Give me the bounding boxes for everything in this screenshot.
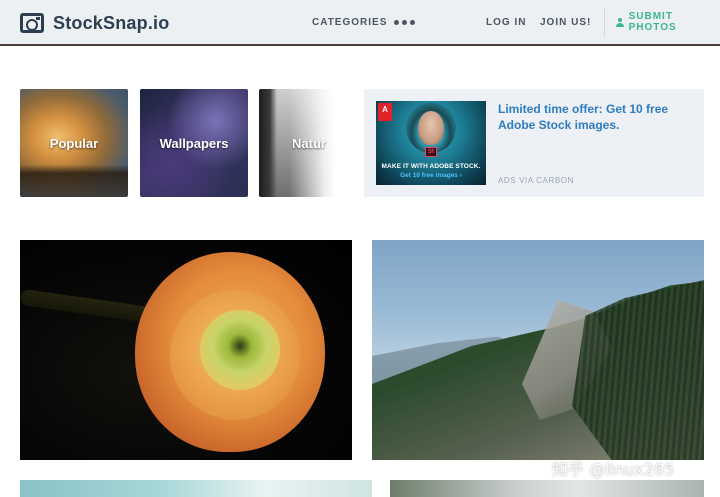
adobe-stock-icon: St — [425, 147, 437, 157]
category-label: Popular — [49, 136, 99, 151]
nav-submit-label: SUBMIT PHOTOS — [628, 11, 677, 33]
nav-join-label: JOIN US! — [540, 16, 592, 28]
nav-join[interactable]: JOIN US! — [540, 0, 591, 44]
user-icon — [616, 17, 624, 27]
nav-login-label: LOG IN — [486, 16, 527, 28]
tree-trunk-image — [259, 89, 277, 197]
photo-card-flower[interactable] — [20, 240, 352, 460]
adobe-logo-mark: A — [382, 105, 388, 114]
nav-submit-photos[interactable]: SUBMIT PHOTOS — [616, 0, 720, 44]
ad-image-headline: MAKE IT WITH ADOBE STOCK. — [381, 163, 481, 170]
category-tile-nature[interactable]: Natur — [259, 89, 335, 197]
ads-via-carbon-link[interactable]: ADS VIA CARBON — [498, 176, 574, 185]
ad-portrait-face — [418, 111, 444, 145]
photo-card-sky[interactable] — [20, 480, 372, 497]
zhihu-watermark: 知乎 @linux265 — [552, 460, 675, 479]
adobe-logo-icon: A — [378, 103, 392, 121]
ad-image[interactable]: A St MAKE IT WITH ADOBE STOCK. Get 10 fr… — [376, 101, 486, 185]
category-tile-popular[interactable]: Popular — [20, 89, 128, 197]
category-label: Wallpapers — [159, 136, 229, 151]
nav-more-button[interactable] — [394, 0, 415, 44]
carbon-ad: A St MAKE IT WITH ADOBE STOCK. Get 10 fr… — [364, 89, 704, 197]
ellipsis-icon — [394, 19, 415, 25]
photo-card-trees[interactable] — [390, 480, 704, 497]
nav-login[interactable]: LOG IN — [486, 0, 526, 44]
site-header: StockSnap.io CATEGORIES LOG IN JOIN US! … — [0, 0, 720, 46]
camera-icon — [20, 13, 44, 33]
ad-image-cta: Get 10 free images › — [400, 172, 462, 179]
logo-text: StockSnap.io — [53, 12, 170, 33]
flower-center — [200, 310, 280, 390]
nav-divider — [604, 8, 605, 38]
nav-categories-label: CATEGORIES — [312, 16, 388, 28]
category-tile-wallpapers[interactable]: Wallpapers — [140, 89, 248, 197]
photo-card-mountain[interactable] — [372, 240, 704, 460]
site-logo[interactable]: StockSnap.io — [20, 11, 169, 35]
ad-link-text[interactable]: Limited time offer: Get 10 free Adobe St… — [498, 101, 693, 133]
category-label: Natur — [292, 136, 326, 151]
nav-categories[interactable]: CATEGORIES — [312, 0, 387, 44]
